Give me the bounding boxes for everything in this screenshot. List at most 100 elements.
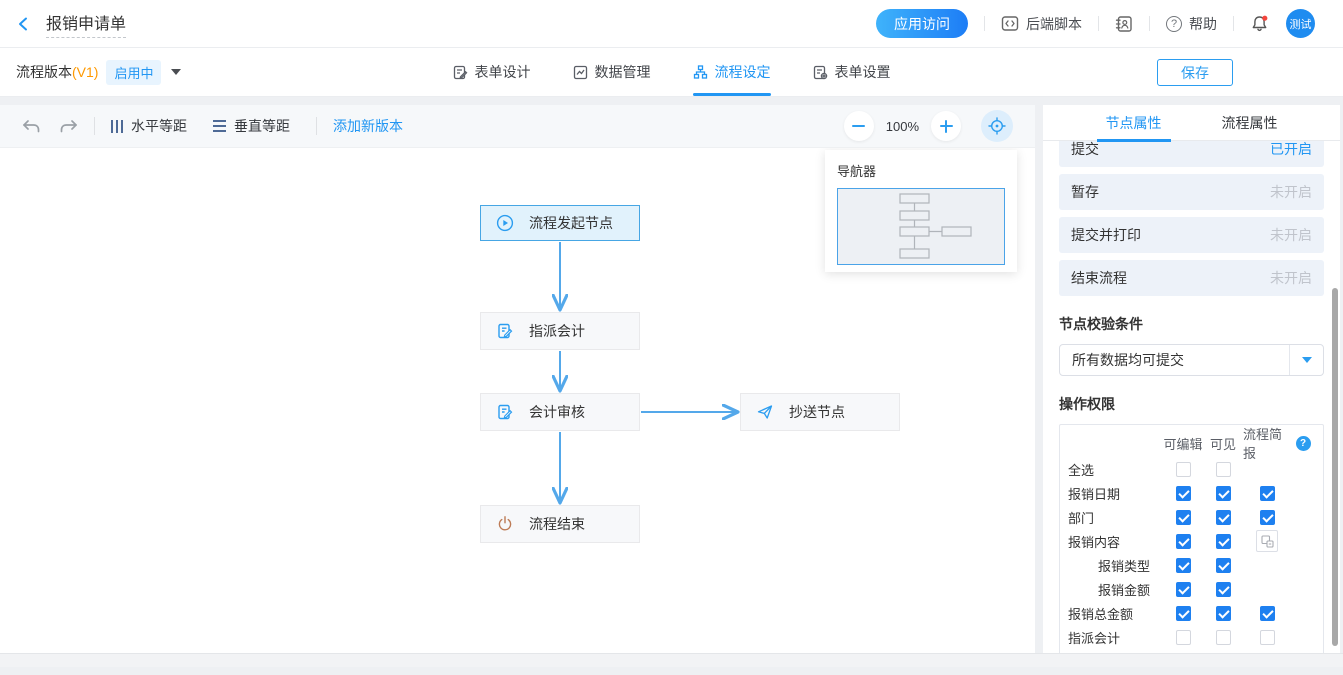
- checkbox-checked[interactable]: [1216, 510, 1231, 525]
- permission-row-label: 报销内容: [1068, 532, 1163, 551]
- select-caret[interactable]: [1289, 345, 1323, 375]
- contacts-button[interactable]: [1115, 15, 1133, 33]
- checkbox-checked[interactable]: [1176, 534, 1191, 549]
- checkbox-checked[interactable]: [1260, 510, 1275, 525]
- flow-node-accountant-review[interactable]: 会计审核: [480, 393, 640, 431]
- tab-label: 表单设计: [475, 62, 531, 82]
- checkbox-checked[interactable]: [1176, 582, 1191, 597]
- tab-data-management[interactable]: 数据管理: [573, 48, 651, 96]
- action-label: 提交并打印: [1071, 225, 1141, 245]
- permissions-table: 可编辑 可见 流程简报 ? 全选报销日期部门报销内容报销类型报销金额报销总金额指…: [1059, 424, 1324, 653]
- flow-canvas-area: 水平等距 垂直等距 添加新版本 100%: [0, 105, 1035, 653]
- permission-cell: [1203, 462, 1243, 477]
- properties-panel: 节点属性 流程属性 提交 已开启 暂存 未开启 提交并打印 未开启 结束流程 未…: [1043, 105, 1340, 653]
- checkbox-checked[interactable]: [1216, 486, 1231, 501]
- permission-cell: [1163, 558, 1203, 573]
- code-icon: [1001, 15, 1019, 32]
- checkbox-checked[interactable]: [1176, 510, 1191, 525]
- locate-button[interactable]: [981, 110, 1013, 142]
- checkbox-checked[interactable]: [1216, 582, 1231, 597]
- chevron-down-icon[interactable]: [171, 69, 181, 75]
- page-title[interactable]: 报销申请单: [46, 10, 126, 38]
- action-status: 未开启: [1270, 268, 1312, 288]
- tab-label: 流程设定: [715, 62, 771, 82]
- tab-form-design[interactable]: 表单设计: [453, 48, 531, 96]
- permission-row: 报销类型: [1068, 553, 1315, 577]
- app-access-button[interactable]: 应用访问: [876, 9, 968, 38]
- action-row-save-draft[interactable]: 暂存 未开启: [1059, 174, 1324, 210]
- navigator-title: 导航器: [837, 161, 1005, 180]
- avatar[interactable]: 测试: [1286, 9, 1315, 38]
- action-row-submit-print[interactable]: 提交并打印 未开启: [1059, 217, 1324, 253]
- zoom-out-button[interactable]: [844, 111, 874, 141]
- horizontal-spacing-button[interactable]: 水平等距: [111, 116, 187, 136]
- form-design-icon: [453, 65, 468, 80]
- checkbox-checked[interactable]: [1216, 606, 1231, 621]
- notifications-button[interactable]: [1250, 14, 1270, 33]
- flow-node-assign-accountant[interactable]: 指派会计: [480, 312, 640, 350]
- permission-row-label: 指派会计: [1068, 628, 1163, 647]
- checkbox-checked[interactable]: [1260, 486, 1275, 501]
- add-new-version-link[interactable]: 添加新版本: [333, 116, 403, 136]
- validation-select[interactable]: 所有数据均可提交: [1059, 344, 1324, 376]
- permission-row-label: 实际报销金额: [1068, 652, 1163, 654]
- divider: [1149, 16, 1150, 31]
- help-button[interactable]: ? 帮助: [1166, 14, 1217, 34]
- checkbox-checked[interactable]: [1176, 558, 1191, 573]
- permission-cell: [1163, 510, 1203, 525]
- permission-cell: [1163, 534, 1203, 549]
- vertical-spacing-button[interactable]: 垂直等距: [213, 116, 290, 136]
- zoom-level: 100%: [886, 119, 919, 134]
- checkbox-checked[interactable]: [1216, 558, 1231, 573]
- navigator-minimap[interactable]: [837, 188, 1005, 265]
- tab-process-properties[interactable]: 流程属性: [1216, 105, 1284, 140]
- checkbox-checked[interactable]: [1260, 606, 1275, 621]
- main-area: 水平等距 垂直等距 添加新版本 100%: [0, 97, 1343, 653]
- checkbox-checked[interactable]: [1176, 486, 1191, 501]
- tab-node-properties[interactable]: 节点属性: [1100, 105, 1168, 140]
- permission-cell: [1163, 582, 1203, 597]
- save-button[interactable]: 保存: [1157, 59, 1233, 86]
- permission-cell: [1243, 510, 1291, 525]
- checkbox-checked[interactable]: [1216, 534, 1231, 549]
- redo-button[interactable]: [59, 119, 78, 134]
- back-button[interactable]: [16, 16, 32, 32]
- checkbox-unchecked[interactable]: [1176, 630, 1191, 645]
- navigator-panel: 导航器: [825, 150, 1017, 272]
- checkbox-unchecked[interactable]: [1216, 462, 1231, 477]
- backend-script-button[interactable]: 后端脚本: [1001, 14, 1082, 34]
- flow-node-end[interactable]: 流程结束: [480, 505, 640, 543]
- form-pencil-icon: [496, 322, 514, 340]
- permission-cell: [1203, 534, 1243, 549]
- permission-row: 实际报销金额: [1068, 649, 1315, 653]
- help-circle-icon[interactable]: ?: [1296, 436, 1311, 451]
- tab-form-settings[interactable]: 表单设置: [813, 48, 891, 96]
- plus-icon: [940, 120, 953, 133]
- checkbox-unchecked[interactable]: [1216, 630, 1231, 645]
- summary-config-button[interactable]: [1256, 530, 1278, 552]
- flow-node-start[interactable]: 流程发起节点: [480, 205, 640, 241]
- flow-node-cc[interactable]: 抄送节点: [740, 393, 900, 431]
- version-label: 流程版本(V1): [16, 62, 98, 82]
- action-row-submit[interactable]: 提交 已开启: [1059, 141, 1324, 167]
- node-label: 流程发起节点: [529, 213, 613, 233]
- checkbox-unchecked[interactable]: [1260, 630, 1275, 645]
- permission-cell: [1203, 510, 1243, 525]
- checkbox-unchecked[interactable]: [1176, 462, 1191, 477]
- flow-canvas[interactable]: 流程发起节点 指派会计 会计审核 抄送节点 流程结束 导航器: [0, 148, 1035, 653]
- action-status: 未开启: [1270, 182, 1312, 202]
- zoom-in-button[interactable]: [931, 111, 961, 141]
- paper-plane-icon: [756, 403, 774, 421]
- process-version-selector[interactable]: 流程版本(V1) 启用中: [16, 60, 181, 85]
- validation-heading: 节点校验条件: [1059, 314, 1324, 334]
- checkbox-checked[interactable]: [1176, 606, 1191, 621]
- bell-icon: [1250, 14, 1270, 33]
- permission-row: 报销内容: [1068, 529, 1315, 553]
- permission-row-label: 全选: [1068, 460, 1163, 479]
- tab-process-settings[interactable]: 流程设定: [693, 48, 771, 96]
- panel-scrollbar[interactable]: [1332, 288, 1338, 646]
- divider: [94, 117, 95, 135]
- undo-button[interactable]: [22, 119, 41, 134]
- action-row-end-process[interactable]: 结束流程 未开启: [1059, 260, 1324, 296]
- header-actions: 应用访问 后端脚本 ? 帮助 测试: [876, 9, 1327, 38]
